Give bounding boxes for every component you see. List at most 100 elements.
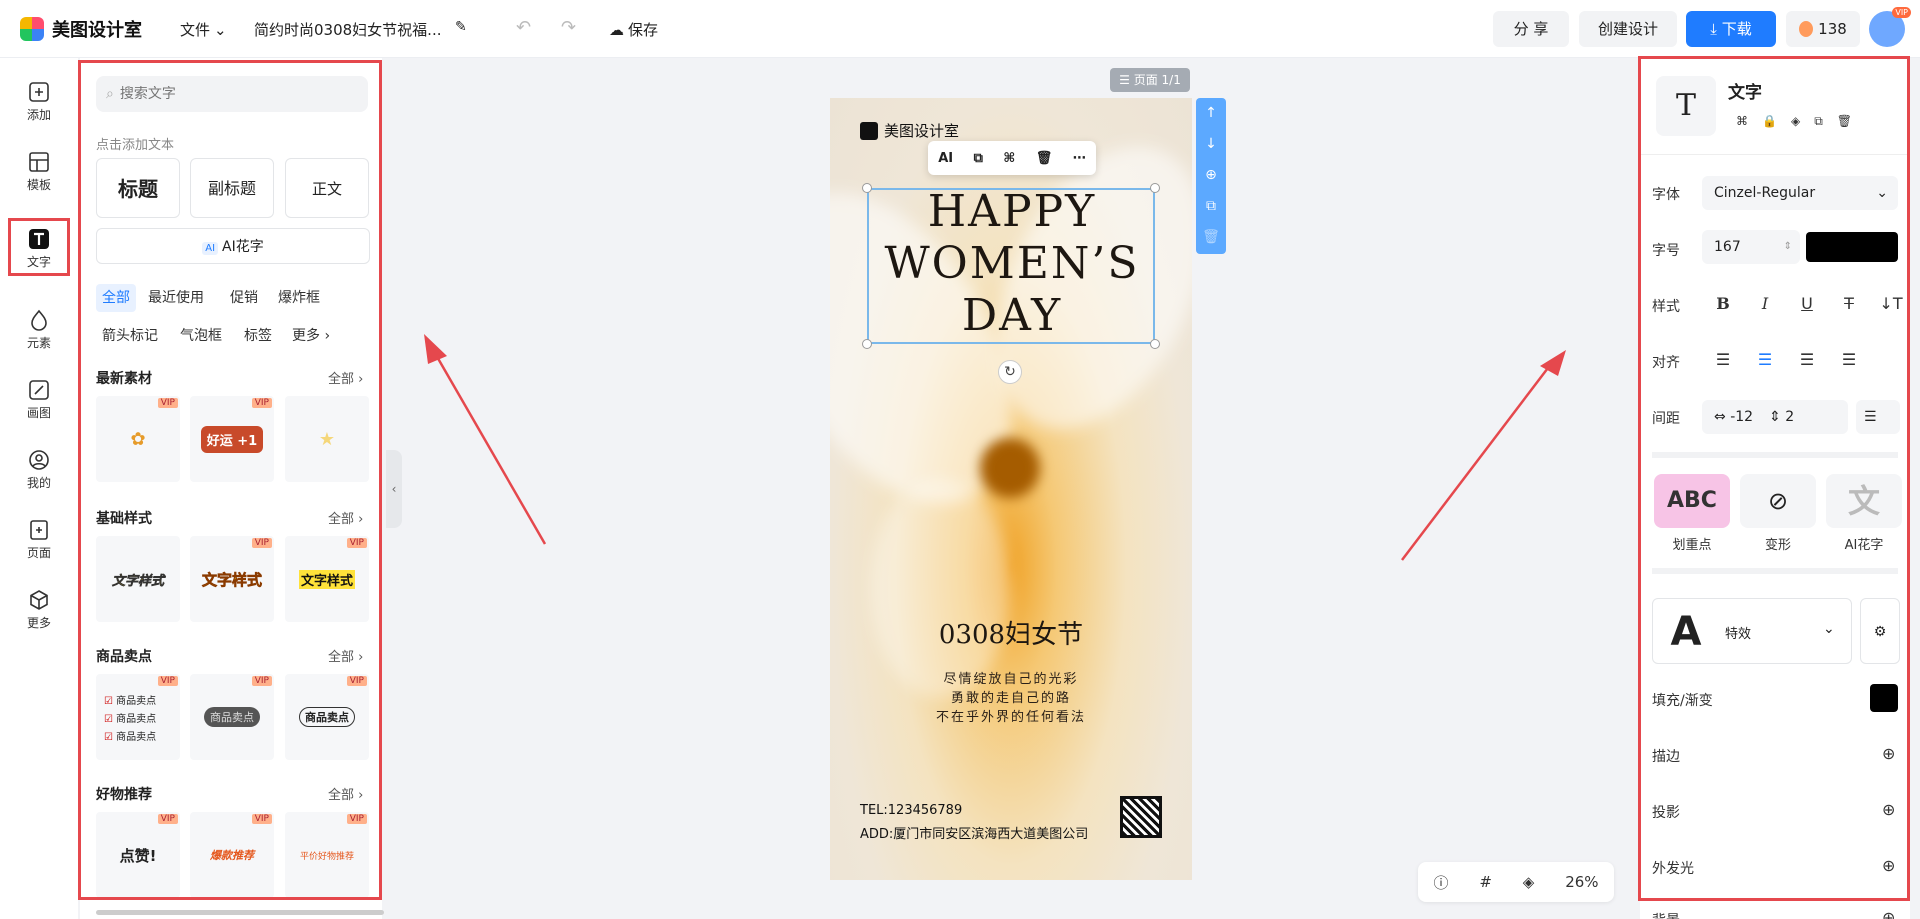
ai-flower-effect-button[interactable]: 文	[1826, 474, 1902, 528]
fill-color-swatch[interactable]	[1870, 684, 1898, 712]
align-center-icon[interactable]: ☰	[1744, 344, 1786, 376]
size-label: 字号	[1652, 243, 1680, 259]
page-indicator[interactable]: ☰ 页面 1/1	[1110, 68, 1190, 92]
line-spacing-input[interactable]: ⇕ 2	[1769, 400, 1794, 434]
quick-actions: ⌘ 🔒 ◈ ⧉ 🗑	[1736, 114, 1852, 129]
help-icon[interactable]: ⓘ	[1433, 872, 1448, 893]
fx-label: 划重点	[1672, 538, 1712, 553]
delete-page-icon[interactable]: 🗑	[1196, 222, 1226, 253]
font-select[interactable]: Cinzel-Regular ⌄	[1702, 176, 1898, 210]
italic-icon[interactable]: I	[1744, 288, 1786, 320]
arrow-right-line	[1401, 359, 1555, 561]
transform-effect-button[interactable]: ⊘	[1740, 474, 1816, 528]
duplicate-page-icon[interactable]: ⧉	[1196, 191, 1226, 222]
align-buttons: ☰ ☰ ☰ ☰	[1702, 344, 1870, 376]
vertical-text-icon[interactable]: ↓T	[1870, 288, 1910, 320]
style-buttons: B I U T ↓T	[1702, 288, 1910, 320]
align-label: 对齐	[1652, 355, 1680, 371]
arrow-left-line	[430, 347, 547, 545]
shadow-label: 投影	[1652, 805, 1680, 821]
add-glow-icon[interactable]: ⊕	[1882, 856, 1895, 875]
canvas-line[interactable]: 尽情绽放自己的光彩	[830, 668, 1192, 687]
canvas-tel[interactable]: TEL:123456789	[860, 803, 962, 818]
effect-select[interactable]: A 特效 ⌄	[1652, 598, 1852, 664]
lock-icon[interactable]: 🔒	[1762, 114, 1777, 129]
headline-text[interactable]: HAPPY WOMEN’S DAY	[870, 186, 1154, 342]
brand-logo-icon	[860, 121, 878, 140]
align-justify-icon[interactable]: ☰	[1828, 344, 1870, 376]
layers-icon[interactable]: ◈	[1523, 873, 1535, 891]
fill-label: 填充/渐变	[1652, 693, 1713, 709]
qr-code[interactable]	[1120, 796, 1162, 838]
add-page-icon[interactable]: ⊕	[1196, 160, 1226, 191]
add-background-icon[interactable]: ⊕	[1882, 908, 1895, 919]
arrow-left-head	[424, 334, 447, 364]
move-up-icon[interactable]: ↑	[1196, 98, 1226, 129]
align-right-icon[interactable]: ☰	[1786, 344, 1828, 376]
spacing-fields: ⇔ -12 ⇕ 2	[1702, 400, 1848, 434]
align-left-icon[interactable]: ☰	[1702, 344, 1744, 376]
canvas-line[interactable]: 勇敢的走自己的路	[830, 687, 1192, 706]
bottom-tools: ⓘ # ◈ 26%	[1418, 862, 1614, 902]
move-down-icon[interactable]: ↓	[1196, 129, 1226, 160]
divider	[1640, 154, 1910, 155]
rotate-handle-icon[interactable]: ↻	[998, 360, 1022, 384]
text-color-swatch[interactable]	[1806, 232, 1898, 262]
grid-icon[interactable]: #	[1479, 873, 1492, 891]
stepper-icon[interactable]: ⇕	[1784, 230, 1792, 264]
highlight-effect-button[interactable]: ABC	[1654, 474, 1730, 528]
line-spacing-icon: ⇕	[1769, 409, 1786, 425]
divider	[1652, 452, 1898, 458]
effect-preview: A	[1661, 607, 1711, 657]
add-shadow-icon[interactable]: ⊕	[1882, 800, 1895, 819]
petal-highlight	[870, 478, 1010, 698]
font-size-input[interactable]: 167 ⇕	[1702, 230, 1800, 264]
canvas-address[interactable]: ADD:厦门市同安区滨海西大道美图公司	[860, 823, 1088, 842]
more-icon[interactable]: ⋯	[1073, 151, 1086, 166]
trash-icon[interactable]: 🗑	[1036, 151, 1053, 166]
list-icon: ☰	[1119, 73, 1134, 87]
transform-icon: ⊘	[1767, 487, 1789, 515]
list-style-select[interactable]: ☰	[1856, 400, 1900, 434]
layers-icon[interactable]: ◈	[1791, 114, 1800, 129]
canvas-side-tools: ↑ ↓ ⊕ ⧉ 🗑	[1196, 98, 1226, 254]
background-label: 背景	[1652, 910, 1680, 919]
headline-line: HAPPY	[927, 186, 1097, 237]
headline-line: WOMEN’S	[884, 238, 1140, 289]
divider	[1652, 568, 1898, 574]
text-type-icon: T	[1656, 76, 1716, 136]
flower-center	[980, 438, 1040, 498]
effect-settings-icon[interactable]: ⚙	[1860, 598, 1900, 664]
bold-icon[interactable]: B	[1702, 288, 1744, 320]
canvas-title[interactable]: 0308妇女节	[830, 614, 1192, 651]
list-icon: ☰	[1864, 409, 1877, 425]
ai-tool-button[interactable]: AI	[938, 151, 953, 166]
canvas-line[interactable]: 不在乎外界的任何看法	[830, 706, 1192, 725]
letter-spacing-input[interactable]: ⇔ -12	[1714, 400, 1753, 434]
format-painter-icon[interactable]: ⌘	[1003, 151, 1015, 166]
format-painter-icon[interactable]: ⌘	[1736, 114, 1748, 129]
font-value: Cinzel-Regular	[1714, 185, 1816, 201]
effect-label: 特效	[1725, 627, 1752, 642]
canvas-brand[interactable]: 美图设计室	[860, 120, 959, 141]
add-stroke-icon[interactable]: ⊕	[1882, 744, 1895, 763]
chevron-down-icon: ⌄	[1823, 621, 1835, 637]
zoom-level[interactable]: 26%	[1565, 873, 1598, 891]
canvas-brand-text: 美图设计室	[884, 122, 960, 140]
headline-line: DAY	[961, 290, 1063, 341]
trash-icon[interactable]: 🗑	[1837, 114, 1852, 129]
font-label: 字体	[1652, 187, 1680, 203]
copy-icon[interactable]: ⧉	[1814, 114, 1823, 129]
fx-label: AI花字	[1844, 538, 1884, 553]
style-label: 样式	[1652, 299, 1680, 315]
panel-header: 文字	[1728, 83, 1762, 103]
chevron-down-icon: ⌄	[1876, 185, 1888, 201]
fx-label: 变形	[1764, 538, 1791, 553]
underline-icon[interactable]: U	[1786, 288, 1828, 320]
letter-spacing-value: -12	[1730, 409, 1754, 425]
copy-icon[interactable]: ⧉	[974, 151, 983, 166]
glow-label: 外发光	[1652, 861, 1694, 877]
strikethrough-icon[interactable]: T	[1828, 288, 1870, 320]
floating-toolbar: AI ⧉ ⌘ 🗑 ⋯	[928, 141, 1096, 175]
letter-spacing-icon: ⇔	[1714, 409, 1731, 425]
